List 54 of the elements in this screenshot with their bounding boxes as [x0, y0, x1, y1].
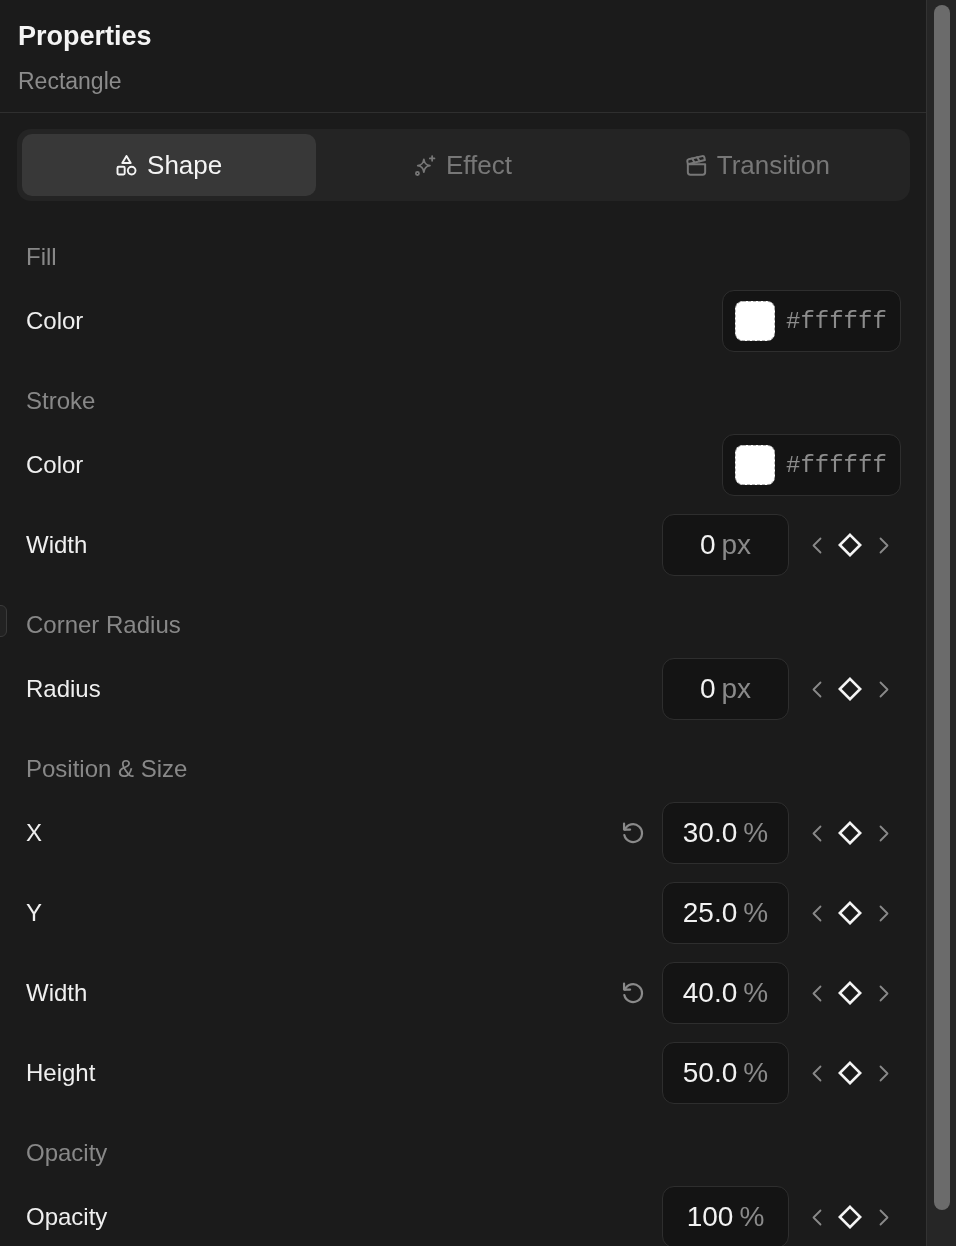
shapes-icon: [116, 154, 138, 176]
chevron-left-icon[interactable]: [811, 824, 822, 842]
number-field[interactable]: 25.0 %: [662, 882, 789, 944]
chevron-left-icon[interactable]: [811, 904, 822, 922]
number-field[interactable]: 0 px: [662, 658, 789, 720]
diamond-icon[interactable]: [838, 1061, 863, 1085]
sparkle-icon: [415, 154, 436, 176]
panel-subtitle: Rectangle: [18, 67, 123, 95]
number-field[interactable]: 40.0 %: [662, 962, 789, 1024]
row-label: X: [26, 819, 43, 847]
chevron-right-icon[interactable]: [879, 1208, 890, 1226]
number-field[interactable]: 30.0 %: [662, 802, 789, 864]
row-label: Color: [26, 451, 85, 479]
section-heading: Fill: [26, 243, 57, 271]
number-field[interactable]: 0 px: [662, 514, 789, 576]
number-field[interactable]: 50.0 %: [662, 1042, 789, 1104]
tab[interactable]: Shape: [22, 134, 317, 196]
row-label: Y: [26, 899, 43, 927]
clapperboard-icon: [685, 154, 707, 176]
diamond-icon[interactable]: [838, 981, 863, 1005]
diamond-icon[interactable]: [838, 1205, 863, 1229]
chevron-right-icon[interactable]: [879, 984, 890, 1002]
chevron-left-icon[interactable]: [811, 1064, 822, 1082]
row-label: Height: [26, 1059, 97, 1087]
row-label: Color: [26, 307, 85, 335]
chevron-right-icon[interactable]: [879, 904, 890, 922]
reset-icon[interactable]: [622, 822, 644, 844]
row-label: Width: [26, 531, 89, 559]
color-field[interactable]: #ffffff: [722, 434, 901, 496]
diamond-icon[interactable]: [838, 821, 863, 845]
diamond-icon[interactable]: [838, 901, 863, 925]
section-heading: Position & Size: [26, 755, 188, 783]
chevron-left-icon[interactable]: [811, 984, 822, 1002]
row-label: Opacity: [26, 1203, 109, 1231]
color-field[interactable]: #ffffff: [722, 290, 901, 352]
diamond-icon[interactable]: [838, 677, 863, 701]
scrollbar-thumb[interactable]: [934, 5, 950, 1210]
chevron-left-icon[interactable]: [811, 1208, 822, 1226]
section-heading: Stroke: [26, 387, 96, 415]
chevron-right-icon[interactable]: [879, 536, 890, 554]
reset-icon[interactable]: [622, 982, 644, 1004]
scrollbar-track[interactable]: [926, 0, 956, 1246]
diamond-icon[interactable]: [838, 533, 863, 557]
chevron-right-icon[interactable]: [879, 824, 890, 842]
row-label: Width: [26, 979, 89, 1007]
chevron-right-icon[interactable]: [879, 1064, 890, 1082]
panel-title: Properties: [18, 20, 153, 52]
chevron-left-icon[interactable]: [811, 536, 822, 554]
chevron-right-icon[interactable]: [879, 680, 890, 698]
chevron-left-icon[interactable]: [811, 680, 822, 698]
section-heading: Opacity: [26, 1139, 108, 1167]
number-field[interactable]: 100 %: [662, 1186, 789, 1246]
row-label: Radius: [26, 675, 102, 703]
section-heading: Corner Radius: [26, 611, 181, 639]
